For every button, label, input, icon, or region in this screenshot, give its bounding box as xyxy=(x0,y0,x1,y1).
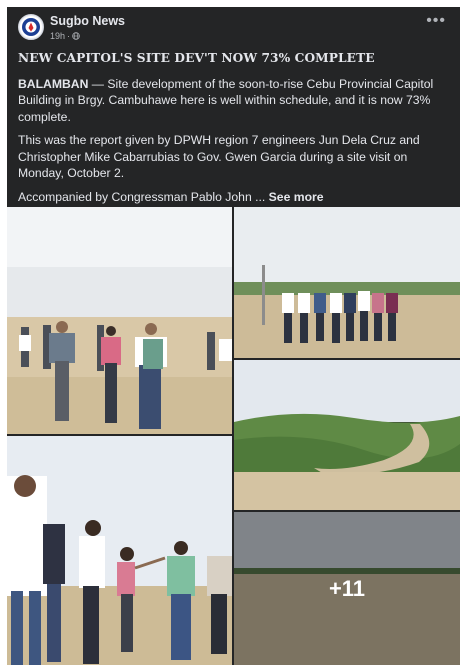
photo-group-pointing xyxy=(7,436,232,665)
meta-separator: · xyxy=(67,31,71,41)
post-meta: 19h · xyxy=(50,31,80,41)
post-headline: NEW CAPITOL'S SITE DEV'T NOW 73% COMPLET… xyxy=(18,51,375,65)
sugbo-logo-icon xyxy=(20,16,42,38)
dateline: BALAMBAN xyxy=(18,76,89,91)
more-options-icon[interactable]: ••• xyxy=(426,13,446,29)
post-paragraph-3: Accompanied by Congressman Pablo John ..… xyxy=(18,189,450,206)
photo-3[interactable] xyxy=(234,360,460,510)
photo-2[interactable] xyxy=(234,207,460,358)
photo-group-lined-up xyxy=(234,207,460,358)
photo-1[interactable] xyxy=(7,207,232,434)
post-card: Sugbo News 19h · ••• NEW CAPITOL'S SITE … xyxy=(7,7,460,665)
photo-5[interactable]: +11 xyxy=(234,512,460,665)
photo-road-hills xyxy=(234,360,460,510)
post-paragraph-2: This was the report given by DPWH region… xyxy=(18,133,420,180)
post-time[interactable]: 19h xyxy=(50,31,65,41)
page-name[interactable]: Sugbo News xyxy=(50,14,125,28)
post-header: Sugbo News 19h · ••• xyxy=(7,7,460,43)
see-more-link[interactable]: See more xyxy=(269,190,324,204)
globe-icon xyxy=(72,32,80,40)
more-photos-count: +11 xyxy=(328,575,366,601)
page-avatar[interactable] xyxy=(18,14,44,40)
paragraph-3-text: Accompanied by Congressman Pablo John ..… xyxy=(18,189,266,204)
post-text: NEW CAPITOL'S SITE DEV'T NOW 73% COMPLET… xyxy=(18,50,450,212)
more-photos-overlay[interactable]: +11 xyxy=(234,512,460,665)
photo-grid: +11 xyxy=(7,207,460,665)
post-paragraph-1: BALAMBAN — Site development of the soon-… xyxy=(18,76,450,126)
photo-officials-walking xyxy=(7,207,232,434)
photo-4[interactable] xyxy=(7,436,232,665)
